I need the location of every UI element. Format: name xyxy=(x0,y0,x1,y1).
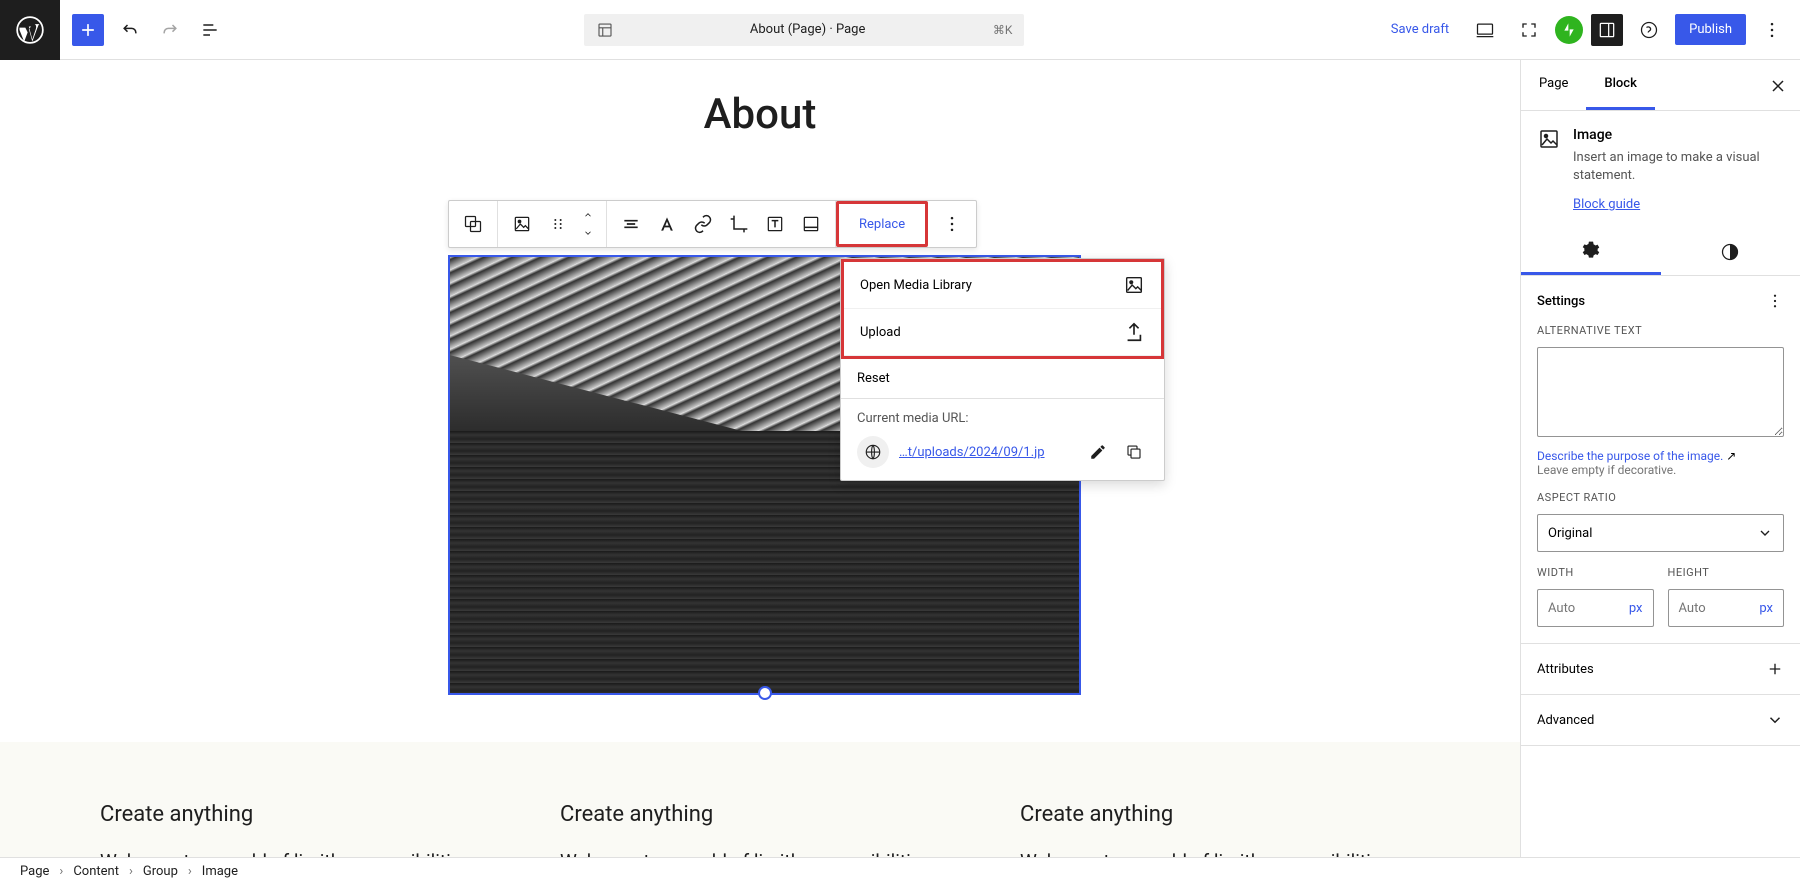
text-button[interactable] xyxy=(649,206,685,242)
width-label: WIDTH xyxy=(1537,566,1654,579)
editor-canvas: About Repla xyxy=(0,60,1520,857)
move-up-button[interactable] xyxy=(576,206,600,224)
alt-help-link[interactable]: Describe the purpose of the image. xyxy=(1537,449,1723,463)
column-heading: Create anything xyxy=(560,802,960,827)
height-label: HEIGHT xyxy=(1668,566,1785,579)
help-button[interactable] xyxy=(1631,12,1667,48)
wordpress-logo[interactable] xyxy=(0,0,60,60)
column-heading: Create anything xyxy=(1020,802,1420,827)
plus-icon xyxy=(1766,660,1784,678)
column-1[interactable]: Create anything Welcome to a world of li… xyxy=(100,802,500,857)
upload-label: Upload xyxy=(860,325,901,340)
column-heading: Create anything xyxy=(100,802,500,827)
attributes-panel[interactable]: Attributes xyxy=(1521,644,1800,695)
block-toolbar: Replace xyxy=(448,200,977,248)
redo-button[interactable] xyxy=(152,12,188,48)
chevron-down-icon xyxy=(1766,711,1784,729)
fullscreen-button[interactable] xyxy=(1511,12,1547,48)
jetpack-icon[interactable] xyxy=(1555,16,1583,44)
drag-handle[interactable] xyxy=(540,206,576,242)
breadcrumb-sep: › xyxy=(188,864,192,879)
block-type-button[interactable] xyxy=(504,206,540,242)
breadcrumb-item[interactable]: Content xyxy=(73,864,119,879)
advanced-panel[interactable]: Advanced xyxy=(1521,695,1800,746)
columns-section: Create anything Welcome to a world of li… xyxy=(0,742,1520,857)
width-input[interactable]: Auto px xyxy=(1537,589,1654,627)
text-overlay-button[interactable] xyxy=(757,206,793,242)
copy-url-button[interactable] xyxy=(1120,438,1148,466)
close-sidebar-button[interactable] xyxy=(1764,72,1792,100)
link-button[interactable] xyxy=(685,206,721,242)
column-2[interactable]: Create anything Welcome to a world of li… xyxy=(560,802,960,857)
image-block-icon xyxy=(1537,127,1561,151)
add-block-button[interactable] xyxy=(72,14,104,46)
external-icon: ↗ xyxy=(1726,449,1736,463)
panel-options-button[interactable] xyxy=(1766,292,1784,310)
view-desktop-button[interactable] xyxy=(1467,12,1503,48)
move-down-button[interactable] xyxy=(576,224,600,242)
replace-dropdown: Open Media Library Upload Reset Current … xyxy=(840,258,1165,481)
alt-help-gray: Leave empty if decorative. xyxy=(1537,463,1676,477)
top-bar: About (Page) · Page ⌘K Save draft Publis… xyxy=(0,0,1800,60)
page-title[interactable]: About xyxy=(0,90,1520,139)
reset-label: Reset xyxy=(857,371,890,386)
subtab-settings[interactable] xyxy=(1521,228,1661,275)
media-icon xyxy=(1123,274,1145,296)
undo-button[interactable] xyxy=(112,12,148,48)
column-text: Welcome to a world of limitless possibil… xyxy=(1020,847,1420,857)
document-title-bar[interactable]: About (Page) · Page ⌘K xyxy=(584,14,1024,46)
breadcrumb-item[interactable]: Image xyxy=(202,864,238,879)
tab-block[interactable]: Block xyxy=(1586,60,1654,110)
breadcrumb-item[interactable]: Page xyxy=(20,864,49,879)
publish-button[interactable]: Publish xyxy=(1675,14,1746,45)
breadcrumb: Page › Content › Group › Image xyxy=(0,857,1800,885)
tab-page[interactable]: Page xyxy=(1521,60,1586,110)
edit-url-button[interactable] xyxy=(1084,438,1112,466)
replace-button[interactable]: Replace xyxy=(845,205,919,243)
globe-icon xyxy=(857,436,889,468)
align-button[interactable] xyxy=(613,206,649,242)
select-parent-button[interactable] xyxy=(455,206,491,242)
block-options-button[interactable] xyxy=(934,206,970,242)
settings-sidebar-toggle[interactable] xyxy=(1591,14,1623,46)
block-description: Insert an image to make a visual stateme… xyxy=(1573,149,1784,185)
upload-icon xyxy=(1123,321,1145,343)
breadcrumb-sep: › xyxy=(59,864,63,879)
attributes-label: Attributes xyxy=(1537,662,1594,677)
open-media-library-item[interactable]: Open Media Library xyxy=(844,262,1161,309)
height-input[interactable]: Auto px xyxy=(1668,589,1785,627)
column-3[interactable]: Create anything Welcome to a world of li… xyxy=(1020,802,1420,857)
alt-text-label: ALTERNATIVE TEXT xyxy=(1537,324,1784,337)
document-overview-button[interactable] xyxy=(192,12,228,48)
reset-item[interactable]: Reset xyxy=(841,359,1164,398)
breadcrumb-sep: › xyxy=(129,864,133,879)
block-guide-link[interactable]: Block guide xyxy=(1573,197,1640,212)
alt-text-input[interactable] xyxy=(1537,347,1784,437)
breadcrumb-item[interactable]: Group xyxy=(143,864,178,879)
settings-panel-label: Settings xyxy=(1537,294,1585,309)
open-media-label: Open Media Library xyxy=(860,278,972,293)
aspect-ratio-select[interactable]: Original xyxy=(1537,514,1784,552)
aspect-ratio-value: Original xyxy=(1548,526,1592,541)
settings-sidebar: Page Block Image Insert an image to make… xyxy=(1520,60,1800,857)
upload-item[interactable]: Upload xyxy=(844,309,1161,356)
crop-button[interactable] xyxy=(721,206,757,242)
template-icon xyxy=(596,21,614,39)
advanced-label: Advanced xyxy=(1537,713,1594,728)
resize-handle[interactable] xyxy=(758,686,772,700)
save-draft-button[interactable]: Save draft xyxy=(1381,16,1459,43)
options-button[interactable] xyxy=(1754,12,1790,48)
kbd-shortcut: ⌘K xyxy=(993,23,1013,37)
url-text[interactable]: …t/uploads/2024/09/1.jp xyxy=(899,445,1074,460)
current-url-section: Current media URL: …t/uploads/2024/09/1.… xyxy=(841,398,1164,480)
subtab-styles[interactable] xyxy=(1661,228,1800,275)
url-label: Current media URL: xyxy=(857,411,1148,426)
column-text: Welcome to a world of limitless possibil… xyxy=(100,847,500,857)
aspect-ratio-label: ASPECT RATIO xyxy=(1537,491,1784,504)
column-text: Welcome to a world of limitless possibil… xyxy=(560,847,960,857)
document-title-text: About (Page) · Page xyxy=(622,22,992,37)
duotone-button[interactable] xyxy=(793,206,829,242)
chevron-down-icon xyxy=(1757,525,1773,541)
block-name: Image xyxy=(1573,127,1784,143)
